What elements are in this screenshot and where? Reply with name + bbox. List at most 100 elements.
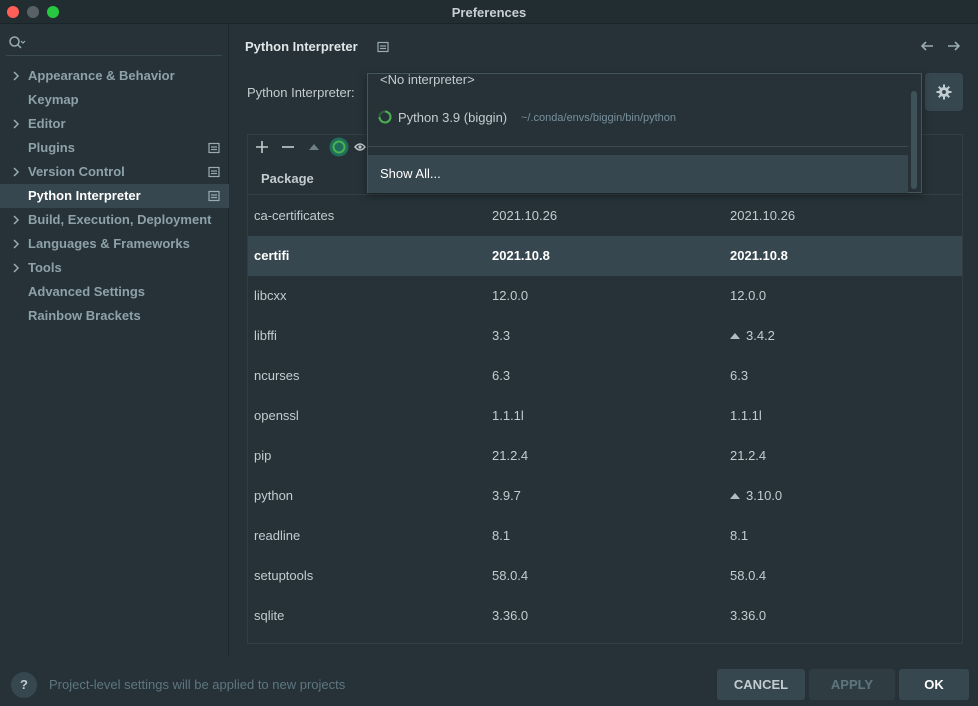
package-name: python [254, 488, 294, 503]
package-version: 21.2.4 [492, 448, 529, 463]
search-icon [9, 36, 26, 49]
settings-sidebar: Appearance & Behavior Keymap Editor Plugins… [0, 24, 229, 656]
latest-version-text: 3.4.2 [746, 328, 775, 343]
minus-icon[interactable] [278, 137, 298, 157]
sidebar-item-label: Editor [28, 116, 66, 131]
sidebar-item-rainbow-brackets[interactable]: Rainbow Brackets [0, 304, 229, 328]
sidebar-item-label: Keymap [28, 92, 79, 107]
sidebar-item-label: Version Control [28, 164, 125, 179]
package-latest-version: 2021.10.8 [730, 248, 788, 263]
interpreter-dropdown: <No interpreter> Python 3.9 (biggin) ~/.… [367, 72, 922, 193]
sidebar-item-python-interpreter[interactable]: Python Interpreter [0, 184, 229, 208]
package-version: 2021.10.8 [492, 248, 550, 263]
dropdown-option-no-interpreter[interactable]: <No interpreter> [380, 72, 475, 87]
package-version: 12.0.0 [492, 288, 529, 303]
latest-version-text: 21.2.4 [730, 448, 767, 463]
table-row[interactable]: readline 8.1 8.1 [248, 516, 962, 556]
package-version: 1.1.1l [492, 408, 524, 423]
sidebar-item-label: Appearance & Behavior [28, 68, 175, 83]
package-name: ncurses [254, 368, 300, 383]
package-name: ca-certificates [254, 208, 335, 223]
upgrade-available-icon [730, 493, 740, 499]
table-row[interactable]: python 3.9.7 3.10.0 [248, 476, 962, 516]
sidebar-item-tools[interactable]: Tools [0, 256, 229, 280]
column-header-package[interactable]: Package [261, 171, 314, 186]
chevron-right-icon[interactable] [10, 165, 22, 179]
title-bar: Preferences [0, 0, 978, 24]
sidebar-item-editor[interactable]: Editor [0, 112, 229, 136]
sidebar-item-version-control[interactable]: Version Control [0, 160, 229, 184]
sidebar-item-languages-frameworks[interactable]: Languages & Frameworks [0, 232, 229, 256]
window-title: Preferences [451, 5, 527, 20]
package-name: setuptools [254, 568, 314, 583]
table-row[interactable]: ca-certificates 2021.10.26 2021.10.26 [248, 196, 962, 236]
chevron-right-icon[interactable] [10, 213, 22, 227]
chevron-right-icon[interactable] [10, 261, 22, 275]
package-name: openssl [254, 408, 299, 423]
upgrade-available-icon [730, 333, 740, 339]
upgrade-icon[interactable] [304, 137, 324, 157]
help-button[interactable]: ? [11, 672, 37, 698]
page-title: Python Interpreter [245, 39, 358, 54]
package-name: sqlite [254, 608, 285, 623]
sidebar-item-label: Languages & Frameworks [28, 236, 190, 251]
table-row[interactable]: sqlite 3.36.0 3.36.0 [248, 596, 962, 636]
package-latest-version: 8.1 [730, 528, 748, 543]
package-latest-version: 2021.10.26 [730, 208, 795, 223]
settings-search-input[interactable] [6, 32, 222, 56]
arrow-left-icon[interactable] [918, 37, 936, 55]
table-row[interactable]: setuptools 58.0.4 58.0.4 [248, 556, 962, 596]
conda-icon[interactable] [329, 137, 349, 157]
sidebar-item-advanced-settings[interactable]: Advanced Settings [0, 280, 229, 304]
package-latest-version: 6.3 [730, 368, 748, 383]
chevron-right-icon[interactable] [10, 117, 22, 131]
table-row[interactable]: certifi 2021.10.8 2021.10.8 [248, 236, 962, 276]
latest-version-text: 6.3 [730, 368, 749, 383]
sidebar-item-label: Tools [28, 260, 62, 275]
package-version: 3.9.7 [492, 488, 521, 503]
packages-table-body: ca-certificates 2021.10.26 2021.10.26 certi… [248, 196, 962, 636]
interpreter-settings-button[interactable] [925, 73, 963, 111]
gear-icon [936, 84, 952, 100]
sidebar-item-keymap[interactable]: Keymap [0, 88, 229, 112]
latest-version-text: 58.0.4 [730, 568, 767, 583]
dropdown-option-show-all[interactable]: Show All... [368, 155, 908, 193]
arrow-right-icon[interactable] [945, 37, 963, 55]
chevron-right-icon[interactable] [10, 237, 22, 251]
sidebar-item-label: Rainbow Brackets [28, 308, 141, 323]
chevron-right-icon[interactable] [10, 69, 22, 83]
ok-button[interactable]: OK [899, 669, 969, 700]
dialog-footer: ? Project-level settings will be applied… [0, 656, 978, 706]
package-version: 3.36.0 [492, 608, 529, 623]
package-version: 2021.10.26 [492, 208, 558, 223]
table-row[interactable]: libffi 3.3 3.4.2 [248, 316, 962, 356]
table-row[interactable]: openssl 1.1.1l 1.1.1l [248, 396, 962, 436]
footer-note: Project-level settings will be applied t… [49, 677, 346, 692]
sidebar-item-build-execution-deployment[interactable]: Build, Execution, Deployment [0, 208, 229, 232]
dropdown-scrollbar[interactable] [911, 91, 917, 189]
sidebar-item-plugins[interactable]: Plugins [0, 136, 229, 160]
table-row[interactable]: libcxx 12.0.0 12.0.0 [248, 276, 962, 316]
package-name: pip [254, 448, 272, 463]
latest-version-text: 1.1.1l [730, 408, 762, 423]
latest-version-text: 3.36.0 [730, 608, 767, 623]
package-version: 6.3 [492, 368, 511, 383]
table-row[interactable]: ncurses 6.3 6.3 [248, 356, 962, 396]
dropdown-option-python-interpreter[interactable]: Python 3.9 (biggin) ~/.conda/envs/biggin… [378, 109, 898, 127]
package-name: certifi [254, 248, 290, 263]
plus-icon[interactable] [252, 137, 272, 157]
apply-button[interactable]: APPLY [809, 669, 895, 700]
latest-version-text: 3.10.0 [746, 488, 783, 503]
package-version: 58.0.4 [492, 568, 529, 583]
cancel-button[interactable]: CANCEL [717, 669, 805, 700]
sidebar-item-appearance-behavior[interactable]: Appearance & Behavior [0, 64, 229, 88]
package-version: 8.1 [492, 528, 511, 543]
interpreter-name: Python 3.9 (biggin) [398, 110, 508, 125]
package-latest-version: 1.1.1l [730, 408, 762, 423]
package-latest-version: 3.4.2 [730, 328, 775, 343]
eye-icon[interactable] [354, 137, 366, 157]
package-latest-version: 21.2.4 [730, 448, 766, 463]
table-row[interactable]: pip 21.2.4 21.2.4 [248, 436, 962, 476]
package-latest-version: 3.10.0 [730, 488, 782, 503]
settings-badge-icon [208, 166, 220, 178]
